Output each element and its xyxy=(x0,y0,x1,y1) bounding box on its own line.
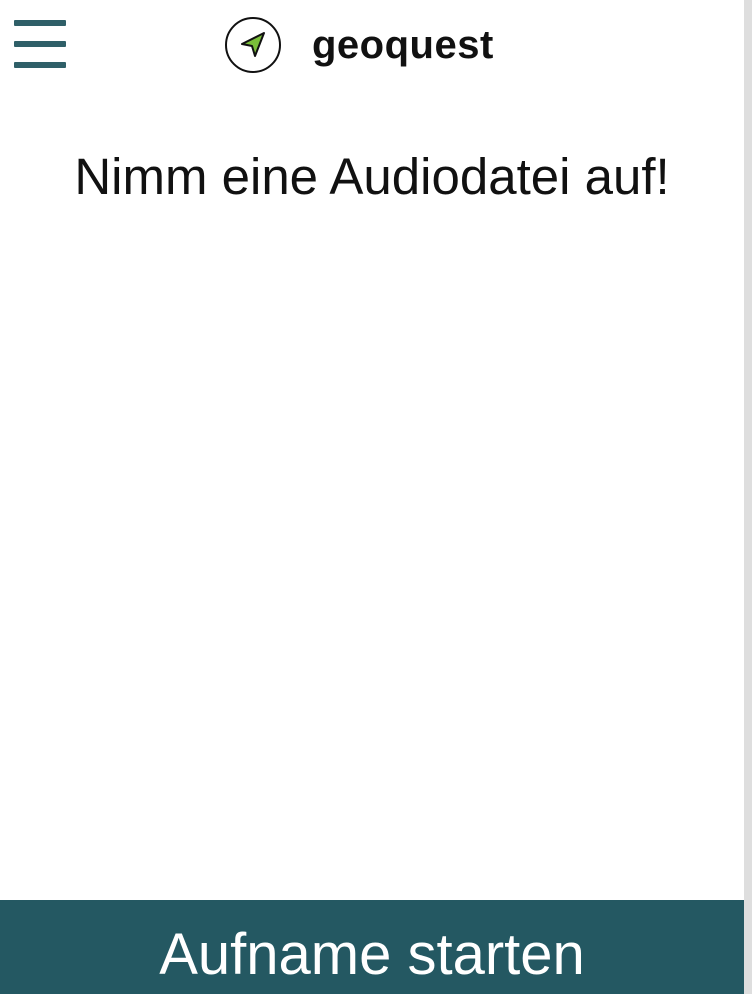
audio-record-screen: geoquest Nimm eine Audiodatei auf! Aufna… xyxy=(0,0,752,994)
start-recording-button[interactable]: Aufname starten xyxy=(0,900,744,994)
menu-line xyxy=(14,20,66,26)
brand-name: geoquest xyxy=(312,23,494,67)
menu-line xyxy=(14,62,66,68)
brand: geoquest xyxy=(224,15,494,75)
top-bar: geoquest xyxy=(0,0,744,92)
window-edge xyxy=(744,0,752,994)
record-prompt: Nimm eine Audiodatei auf! xyxy=(74,148,670,205)
navigation-arrow-icon xyxy=(225,17,281,73)
hamburger-menu-icon[interactable] xyxy=(14,20,68,68)
menu-line xyxy=(14,41,66,47)
